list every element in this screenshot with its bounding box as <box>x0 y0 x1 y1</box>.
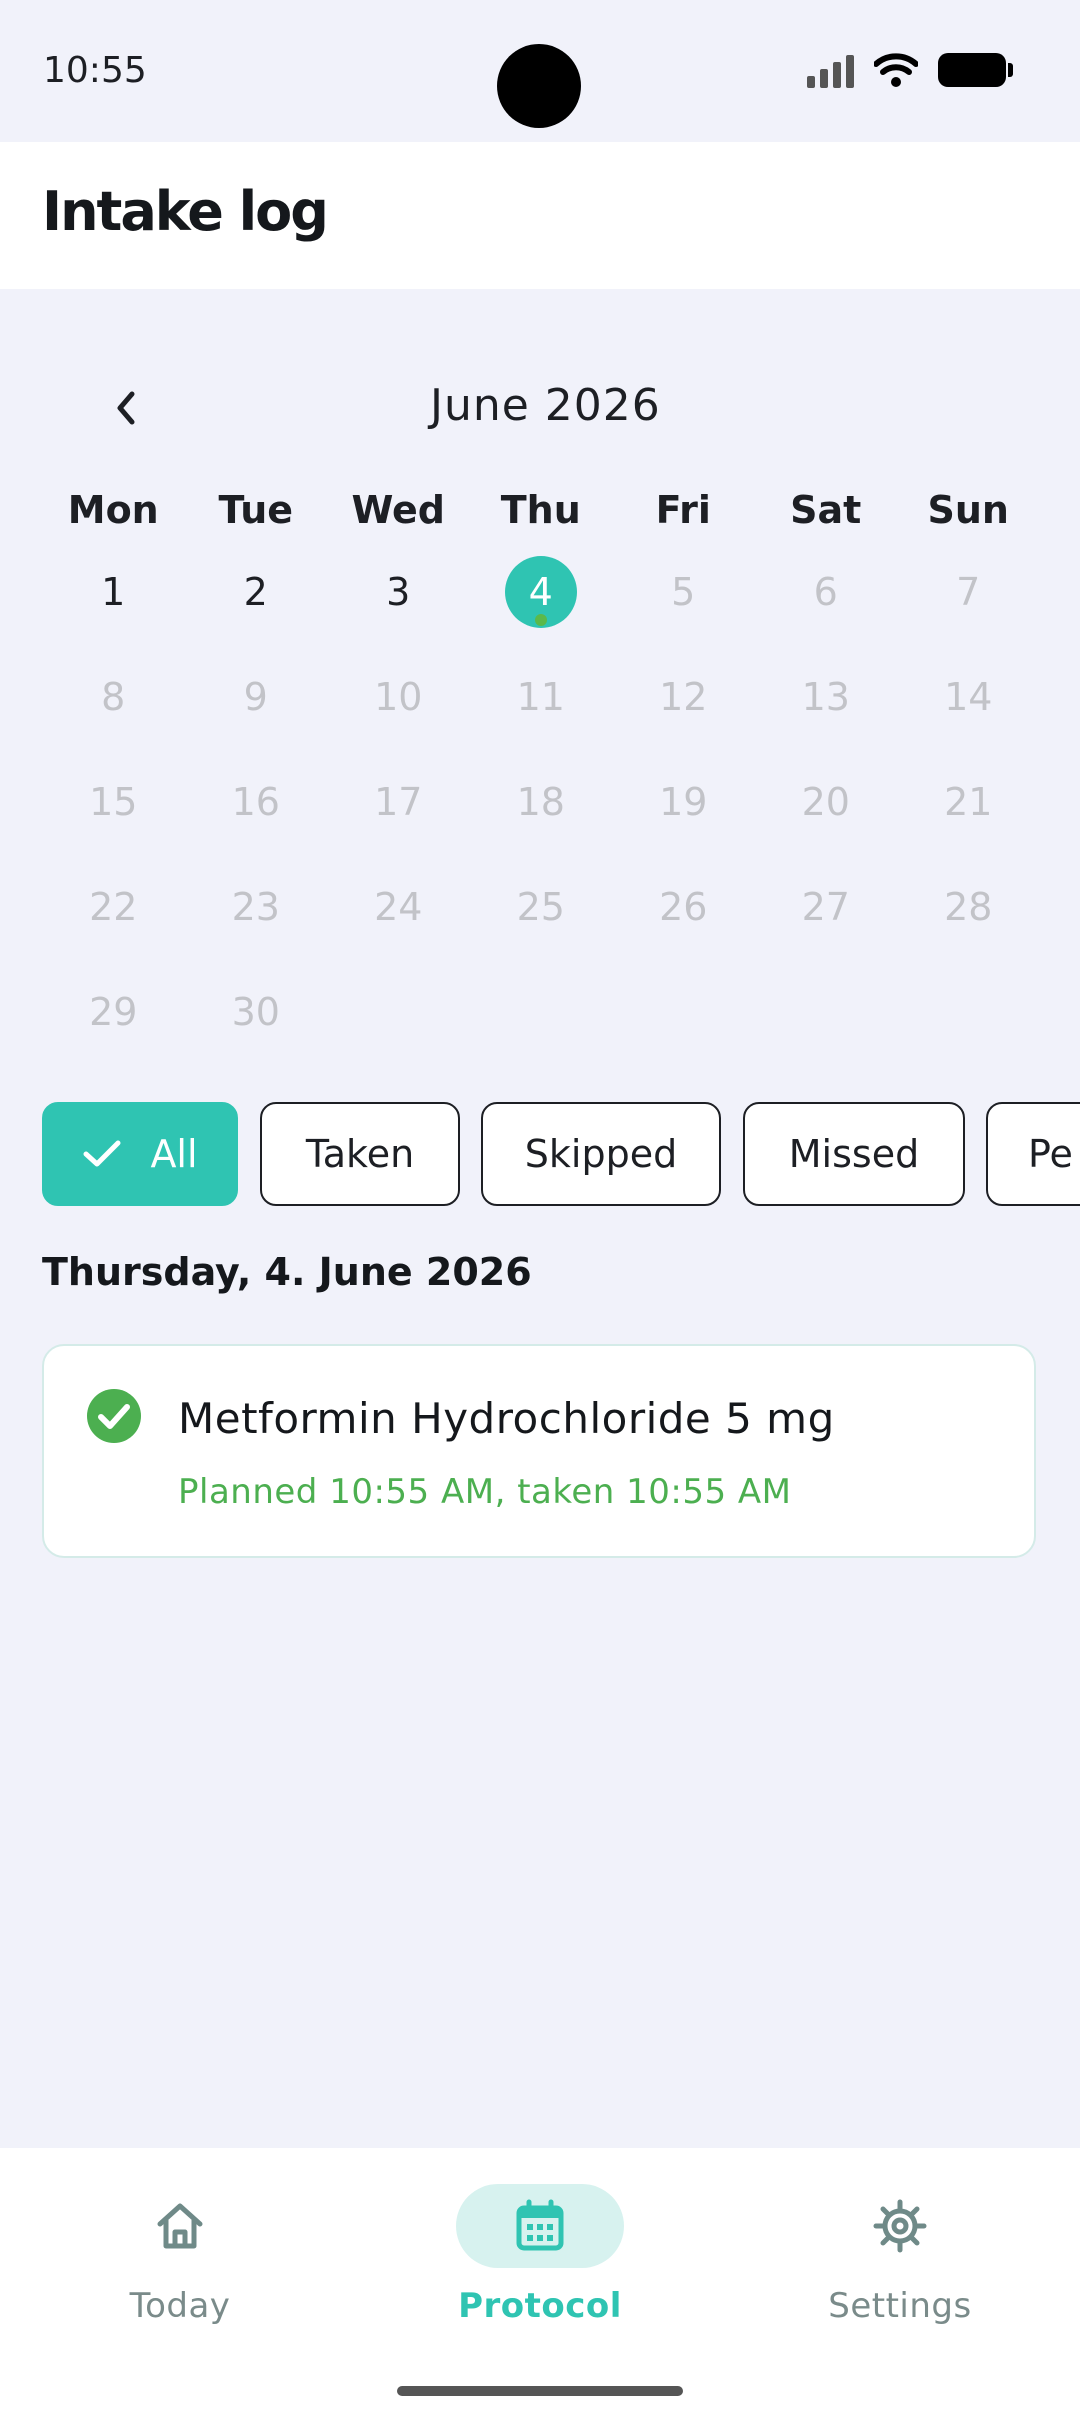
calendar-day: 29 <box>89 990 138 1034</box>
calendar-day: 23 <box>231 885 280 929</box>
intake-detail: Planned 10:55 AM, taken 10:55 AM <box>178 1472 792 1512</box>
previous-month-button[interactable] <box>95 378 155 438</box>
calendar-day: 20 <box>801 780 850 824</box>
weekday-header: Mon Tue Wed Thu Fri Sat Sun <box>42 488 1042 532</box>
calendar-day: 18 <box>516 780 565 824</box>
battery-icon <box>938 53 1013 87</box>
filter-chip-label: Missed <box>788 1132 920 1176</box>
filter-chip-label: Taken <box>305 1132 415 1176</box>
calendar-week: 15 16 17 18 19 20 21 <box>42 766 1042 871</box>
nav-label: Today <box>129 2286 231 2326</box>
calendar-day: 11 <box>516 675 565 719</box>
calendar-day: 28 <box>944 885 993 929</box>
filter-chip-label: Pe <box>1028 1132 1073 1176</box>
wifi-icon <box>874 53 918 87</box>
weekday-label: Sun <box>927 488 1009 532</box>
calendar-icon <box>516 2199 564 2251</box>
filter-chip-taken[interactable]: Taken <box>260 1102 460 1206</box>
page-title: Intake log <box>42 180 329 243</box>
calendar-day: 26 <box>659 885 708 929</box>
chevron-left-icon <box>117 391 135 425</box>
nav-item-settings[interactable]: Settings <box>750 2184 1050 2326</box>
calendar-day: 15 <box>89 780 138 824</box>
calendar-day: 8 <box>101 675 126 719</box>
calendar-day: 25 <box>516 885 565 929</box>
filter-chip-all[interactable]: All <box>42 1102 238 1206</box>
calendar-day: 22 <box>89 885 138 929</box>
nav-pill <box>816 2184 984 2268</box>
app-bar: Intake log <box>0 142 1080 289</box>
home-icon <box>157 2203 203 2249</box>
filter-chip-missed[interactable]: Missed <box>743 1102 965 1206</box>
calendar-day[interactable]: 1 <box>42 556 185 628</box>
calendar-day: 5 <box>671 570 696 614</box>
status-icons <box>807 52 1013 88</box>
calendar-day: 27 <box>801 885 850 929</box>
calendar-day: 7 <box>956 570 981 614</box>
calendar-day: 13 <box>801 675 850 719</box>
filter-chip-pending[interactable]: Pe <box>986 1102 1080 1206</box>
calendar-day: 17 <box>374 780 423 824</box>
weekday-label: Sat <box>790 488 862 532</box>
check-circle-icon <box>87 1389 141 1443</box>
intake-log-card[interactable]: Metformin Hydrochloride 5 mg Planned 10:… <box>42 1344 1036 1558</box>
nav-label: Settings <box>828 2286 972 2326</box>
date-heading: Thursday, 4. June 2026 <box>42 1250 532 1294</box>
calendar-day: 9 <box>243 675 268 719</box>
home-indicator <box>397 2386 683 2396</box>
calendar-day[interactable]: 3 <box>327 556 470 628</box>
filter-chip-skipped[interactable]: Skipped <box>481 1102 721 1206</box>
calendar-day-selected[interactable]: 4 <box>470 556 613 628</box>
calendar-day: 12 <box>659 675 708 719</box>
weekday-label: Mon <box>67 488 159 532</box>
weekday-label: Tue <box>218 488 294 532</box>
weekday-label: Fri <box>655 488 711 532</box>
calendar-day[interactable]: 2 <box>185 556 328 628</box>
filter-chip-label: Skipped <box>524 1132 678 1176</box>
calendar-grid: 1 2 3 4 5 6 7 8 9 10 11 12 13 14 15 16 1… <box>42 556 1042 1081</box>
nav-pill <box>96 2184 264 2268</box>
calendar-day: 6 <box>813 570 838 614</box>
filter-chip-label: All <box>150 1132 198 1176</box>
status-time: 10:55 <box>43 50 147 91</box>
calendar-week: 1 2 3 4 5 6 7 <box>42 556 1042 661</box>
signal-icon <box>807 52 854 88</box>
calendar-header: June 2026 <box>0 360 1080 450</box>
check-icon <box>82 1139 122 1169</box>
month-title: June 2026 <box>430 380 661 431</box>
nav-label: Protocol <box>458 2286 622 2326</box>
calendar-day: 30 <box>231 990 280 1034</box>
weekday-label: Wed <box>351 488 446 532</box>
calendar-day: 16 <box>231 780 280 824</box>
calendar-week: 22 23 24 25 26 27 28 <box>42 871 1042 976</box>
calendar-day: 19 <box>659 780 708 824</box>
nav-pill <box>456 2184 624 2268</box>
filter-chips: All Taken Skipped Missed Pe <box>42 1102 1080 1206</box>
calendar-day: 21 <box>944 780 993 824</box>
weekday-label: Thu <box>500 488 581 532</box>
calendar-day: 10 <box>374 675 423 719</box>
gear-icon <box>873 2199 927 2253</box>
bottom-navigation: Today Protocol Settings <box>0 2148 1080 2424</box>
calendar-week: 29 30 <box>42 976 1042 1081</box>
nav-item-today[interactable]: Today <box>30 2184 330 2326</box>
calendar-day: 24 <box>374 885 423 929</box>
medication-name: Metformin Hydrochloride 5 mg <box>178 1394 835 1443</box>
status-bar: 10:55 <box>0 0 1080 142</box>
calendar-week: 8 9 10 11 12 13 14 <box>42 661 1042 766</box>
nav-item-protocol[interactable]: Protocol <box>390 2184 690 2326</box>
camera-cutout <box>497 44 581 128</box>
calendar-day: 14 <box>944 675 993 719</box>
